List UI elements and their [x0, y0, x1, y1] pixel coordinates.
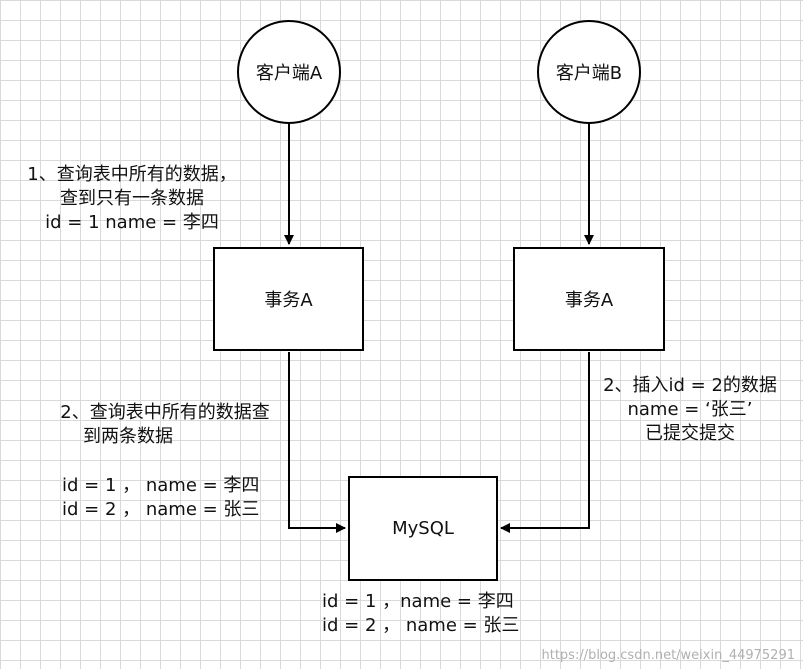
mysql-label: MySQL — [392, 518, 454, 539]
note-left-mid: 2、查询表中所有的数据查 到两条数据 — [45, 401, 285, 449]
client-b-label: 客户端B — [555, 63, 623, 84]
note-line: id = 1 ，name = 李四 — [322, 591, 514, 612]
note-line: 已提交提交 — [645, 423, 735, 444]
mysql-node: MySQL — [348, 476, 498, 581]
note-line: 2、插入id = 2的数据 — [603, 375, 777, 396]
client-a-node: 客户端A — [237, 20, 341, 124]
note-left-bottom: id = 1 ， name = 李四 id = 2 ， name = 张三 — [62, 474, 259, 522]
note-left-top: 1、查询表中所有的数据， 查到只有一条数据 id = 1 name = 李四 — [12, 163, 252, 235]
note-line: 到两条数据 — [83, 426, 173, 447]
arrow-txn-a-left-to-mysql — [288, 352, 346, 533]
watermark: https://blog.csdn.net/weixin_44975291 — [541, 648, 795, 663]
note-line: name = ‘张三’ — [627, 399, 753, 420]
transaction-a-right-label: 事务A — [564, 290, 614, 311]
note-line: 1、查询表中所有的数据， — [27, 164, 237, 185]
note-line: 2、查询表中所有的数据查 — [60, 402, 270, 423]
note-line: id = 1 name = 李四 — [45, 212, 219, 233]
note-bottom: id = 1 ，name = 李四 id = 2 ， name = 张三 — [322, 590, 519, 638]
client-a-label: 客户端A — [255, 63, 323, 84]
transaction-a-left-node: 事务A — [213, 247, 364, 351]
note-line: 查到只有一条数据 — [60, 188, 204, 209]
note-line: id = 2 ， name = 张三 — [62, 499, 260, 520]
arrow-txn-a-right-to-mysql — [500, 352, 590, 533]
transaction-a-left-label: 事务A — [264, 290, 313, 311]
note-line: id = 1 ， name = 李四 — [62, 475, 260, 496]
note-line: id = 2 ， name = 张三 — [322, 615, 520, 636]
client-b-node: 客户端B — [537, 20, 641, 124]
transaction-a-right-node: 事务A — [513, 247, 665, 351]
note-right-mid: 2、插入id = 2的数据 name = ‘张三’ 已提交提交 — [590, 374, 790, 446]
